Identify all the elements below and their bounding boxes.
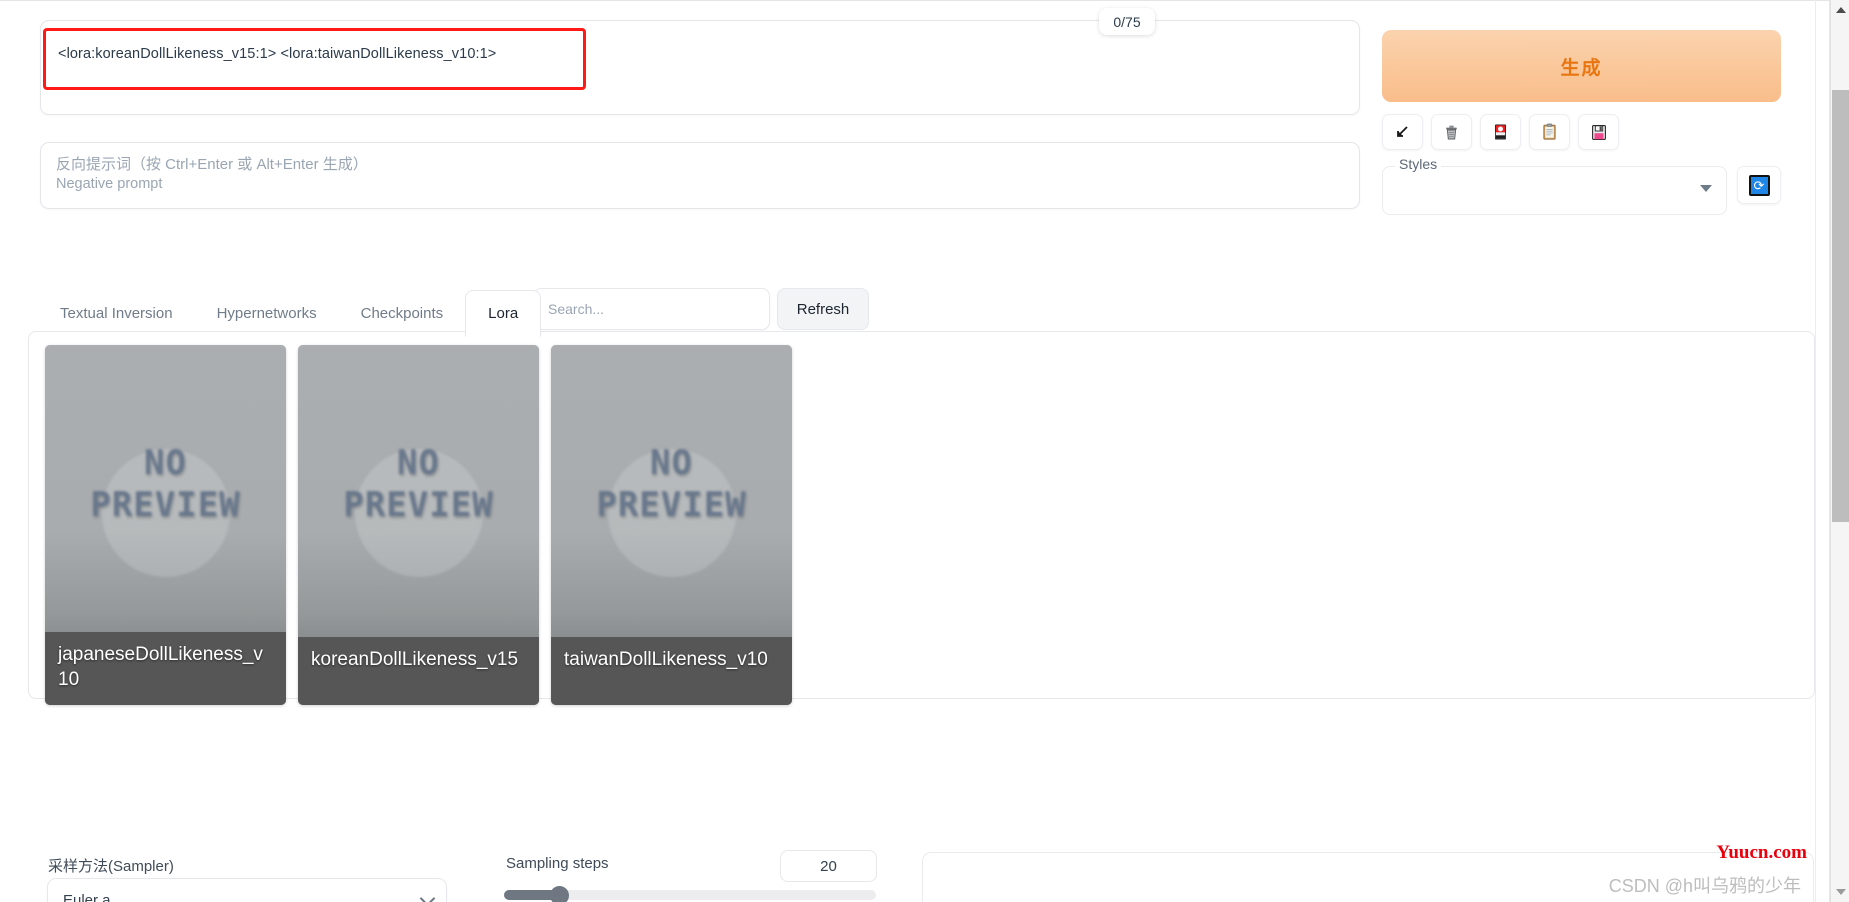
prompt-input[interactable]: <lora:koreanDollLikeness_v15:1> <lora:ta… <box>40 20 1360 115</box>
styles-label: Styles <box>1395 156 1442 172</box>
lora-card-list: NO PREVIEW japaneseDollLikeness_v10 NO P… <box>45 345 792 705</box>
sampling-steps-value[interactable]: 20 <box>780 850 877 882</box>
lora-card[interactable]: NO PREVIEW koreanDollLikeness_v15 <box>298 345 539 705</box>
negative-prompt-placeholder-cn: 反向提示词（按 Ctrl+Enter 或 Alt+Enter 生成） <box>56 156 368 173</box>
lora-card[interactable]: NO PREVIEW taiwanDollLikeness_v10 <box>551 345 792 705</box>
lora-card-name: japaneseDollLikeness_v10 <box>45 632 286 705</box>
page-edge-line <box>1815 0 1816 902</box>
prompt-row: <lora:koreanDollLikeness_v15:1> <lora:ta… <box>40 8 1405 115</box>
sampler-label: 采样方法(Sampler) <box>48 858 174 875</box>
no-preview-line1: NO <box>397 443 440 483</box>
negative-prompt-placeholder-en: Negative prompt <box>56 176 163 192</box>
no-preview-line1: NO <box>144 443 187 483</box>
no-preview-line2: PREVIEW <box>343 485 494 525</box>
prompt-text: <lora:koreanDollLikeness_v15:1> <lora:ta… <box>58 46 497 62</box>
tab-textual-inversion[interactable]: Textual Inversion <box>38 291 195 336</box>
scroll-down-icon[interactable] <box>1831 883 1849 901</box>
chevron-down-icon <box>1700 185 1712 192</box>
watermark-site: Yuucn.com <box>1716 842 1807 863</box>
no-preview-line2: PREVIEW <box>596 485 747 525</box>
lora-card[interactable]: NO PREVIEW japaneseDollLikeness_v10 <box>45 345 286 705</box>
styles-dropdown[interactable]: Styles <box>1382 156 1727 215</box>
lora-card-name: koreanDollLikeness_v15 <box>298 637 539 705</box>
paintcan-icon[interactable] <box>1480 114 1521 150</box>
no-preview-line1: NO <box>650 443 693 483</box>
scroll-up-icon[interactable] <box>1831 1 1849 19</box>
stable-diffusion-webui: <lora:koreanDollLikeness_v15:1> <lora:ta… <box>0 0 1849 902</box>
slider-knob[interactable] <box>550 886 569 902</box>
refresh-icon: ⟳ <box>1748 174 1770 196</box>
vertical-scrollbar[interactable] <box>1830 0 1849 902</box>
token-counter: 0/75 <box>1099 8 1155 35</box>
no-preview-graphic: NO PREVIEW <box>551 443 792 577</box>
refresh-styles-button[interactable]: ⟳ <box>1737 166 1781 204</box>
tab-hypernetworks[interactable]: Hypernetworks <box>195 291 339 336</box>
tab-lora[interactable]: Lora <box>465 290 542 337</box>
sampling-steps-slider[interactable] <box>504 886 876 902</box>
no-preview-line2: PREVIEW <box>90 485 241 525</box>
prompt-tool-buttons <box>1382 114 1619 150</box>
extra-networks-tabs: Textual Inversion Hypernetworks Checkpoi… <box>38 290 542 337</box>
generate-button[interactable]: 生成 <box>1382 30 1781 102</box>
trash-icon[interactable] <box>1431 114 1472 150</box>
clipboard-icon[interactable] <box>1529 114 1570 150</box>
no-preview-graphic: NO PREVIEW <box>45 443 286 577</box>
refresh-networks-button[interactable]: Refresh <box>777 288 869 330</box>
top-divider <box>0 0 1830 1</box>
negative-prompt-input[interactable]: 反向提示词（按 Ctrl+Enter 或 Alt+Enter 生成） Negat… <box>40 142 1360 209</box>
sampler-select[interactable]: Euler a <box>47 878 447 902</box>
watermark-author: CSDN @h叫乌鸦的少年 <box>1608 876 1801 896</box>
floppy-disk-icon[interactable] <box>1578 114 1619 150</box>
no-preview-graphic: NO PREVIEW <box>298 443 539 577</box>
tab-checkpoints[interactable]: Checkpoints <box>339 291 466 336</box>
scrollbar-thumb[interactable] <box>1832 90 1849 522</box>
restore-progress-icon[interactable] <box>1382 114 1423 150</box>
sampling-steps-label: Sampling steps <box>506 855 609 872</box>
extra-networks-panel: NO PREVIEW japaneseDollLikeness_v10 NO P… <box>28 331 1815 705</box>
lora-card-name: taiwanDollLikeness_v10 <box>551 637 792 705</box>
search-input[interactable] <box>533 288 770 330</box>
